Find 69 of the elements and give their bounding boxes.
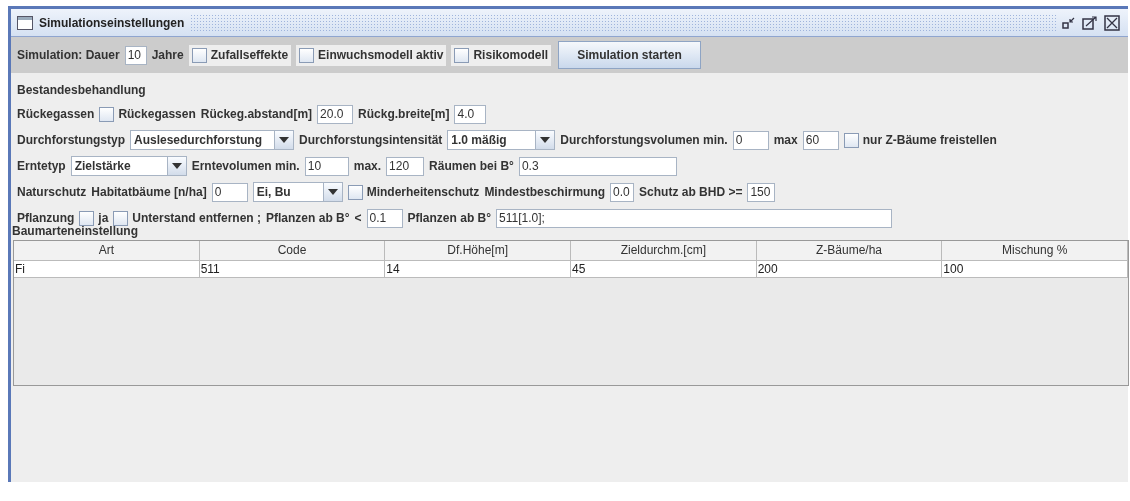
field-label: Durchforstungstyp: [17, 133, 125, 147]
column-header[interactable]: Zieldurchm.[cm]: [571, 241, 757, 261]
field-label: max: [773, 133, 798, 147]
input-field[interactable]: 60: [802, 130, 839, 150]
field-label: Durchforstungsintensität: [299, 133, 443, 147]
field-label: Erntetyp: [17, 159, 66, 173]
input-field[interactable]: 20.0: [317, 104, 354, 124]
field-label: Durchforstungsvolumen min.: [560, 133, 728, 147]
caret-icon: [279, 137, 289, 143]
column-header[interactable]: Df.Höhe[m]: [385, 241, 571, 261]
dropdown[interactable]: 1.0 mäßig: [447, 130, 556, 150]
field-label: max.: [353, 159, 382, 173]
checkbox[interactable]: Zufallseffekte: [188, 44, 292, 66]
dropdown[interactable]: Auslesedurchforstung: [130, 130, 294, 150]
input-field[interactable]: 10: [304, 156, 349, 176]
field-label: Erntevolumen min.: [191, 159, 300, 173]
table-cell: 100: [942, 261, 1128, 278]
checkbox[interactable]: Minderheitenschutz: [347, 184, 480, 200]
start-button[interactable]: Simulation starten: [558, 41, 701, 69]
window-icon: [17, 15, 33, 30]
window-title: Simulationseinstellungen: [39, 15, 185, 30]
input-field[interactable]: 4.0: [454, 104, 487, 124]
input-field[interactable]: 150: [747, 182, 776, 202]
input-field[interactable]: 120: [386, 156, 425, 176]
column-header[interactable]: Code: [199, 241, 386, 261]
table-cell: 14: [385, 261, 571, 278]
maximize-icon[interactable]: [1082, 15, 1098, 30]
field-label: Pflanzen ab B°: [266, 211, 350, 225]
field-label: Rückegassen: [17, 107, 95, 121]
dropdown[interactable]: Ei, Bu: [252, 182, 343, 202]
table-cell: Fi: [14, 261, 200, 278]
input-field[interactable]: 511[1.0];: [496, 208, 892, 228]
minimize-icon[interactable]: [1062, 15, 1076, 30]
input-field[interactable]: 0: [732, 130, 769, 150]
field-label: Rückeg.abstand[m]: [200, 107, 313, 121]
checkbox[interactable]: Einwuchsmodell aktiv: [296, 44, 447, 66]
column-header[interactable]: Z-Bäume/ha: [756, 241, 943, 261]
input-field[interactable]: 0.0: [610, 182, 635, 202]
dropdown[interactable]: Zielstärke: [70, 156, 187, 176]
close-icon[interactable]: [1104, 14, 1120, 31]
table-cell: 511: [199, 261, 386, 278]
field-label: Naturschutz: [17, 185, 87, 199]
input-field[interactable]: 0: [211, 182, 248, 202]
column-header[interactable]: Art: [14, 241, 200, 261]
field-label: Pflanzen ab B°: [407, 211, 491, 225]
field-label: Mindestbeschirmung: [484, 185, 606, 199]
field-label: Pflanzung: [17, 211, 75, 225]
field-label: <: [354, 211, 362, 225]
table-cell: 200: [756, 261, 943, 278]
field-label: Simulation: Dauer: [17, 48, 120, 62]
column-header[interactable]: Mischung %: [942, 241, 1128, 261]
checkbox[interactable]: Unterstand entfernen ;: [113, 210, 262, 226]
caret-icon: [327, 189, 338, 195]
caret-icon: [171, 163, 182, 169]
field-label: Jahre: [151, 48, 184, 62]
field-label: Rückg.breite[m]: [358, 107, 450, 121]
table-cell: 45: [571, 261, 757, 278]
section-title: Baumarteneinstellung: [12, 225, 140, 238]
field-label: Schutz ab BHD >=: [639, 185, 743, 199]
field-label: Räumen bei B°: [429, 159, 514, 173]
caret-icon: [540, 137, 551, 143]
field-label: Habitatbäume [n/ha]: [91, 185, 207, 199]
input-field[interactable]: 0.3: [518, 156, 677, 176]
checkbox[interactable]: nur Z-Bäume freistellen: [843, 132, 997, 148]
input-field[interactable]: 0.1: [366, 208, 403, 228]
checkbox[interactable]: Rückegassen: [99, 106, 196, 122]
checkbox[interactable]: Risikomodell: [451, 44, 552, 66]
section-title: Bestandesbehandlung: [17, 82, 147, 99]
input-field[interactable]: 10: [124, 45, 147, 65]
